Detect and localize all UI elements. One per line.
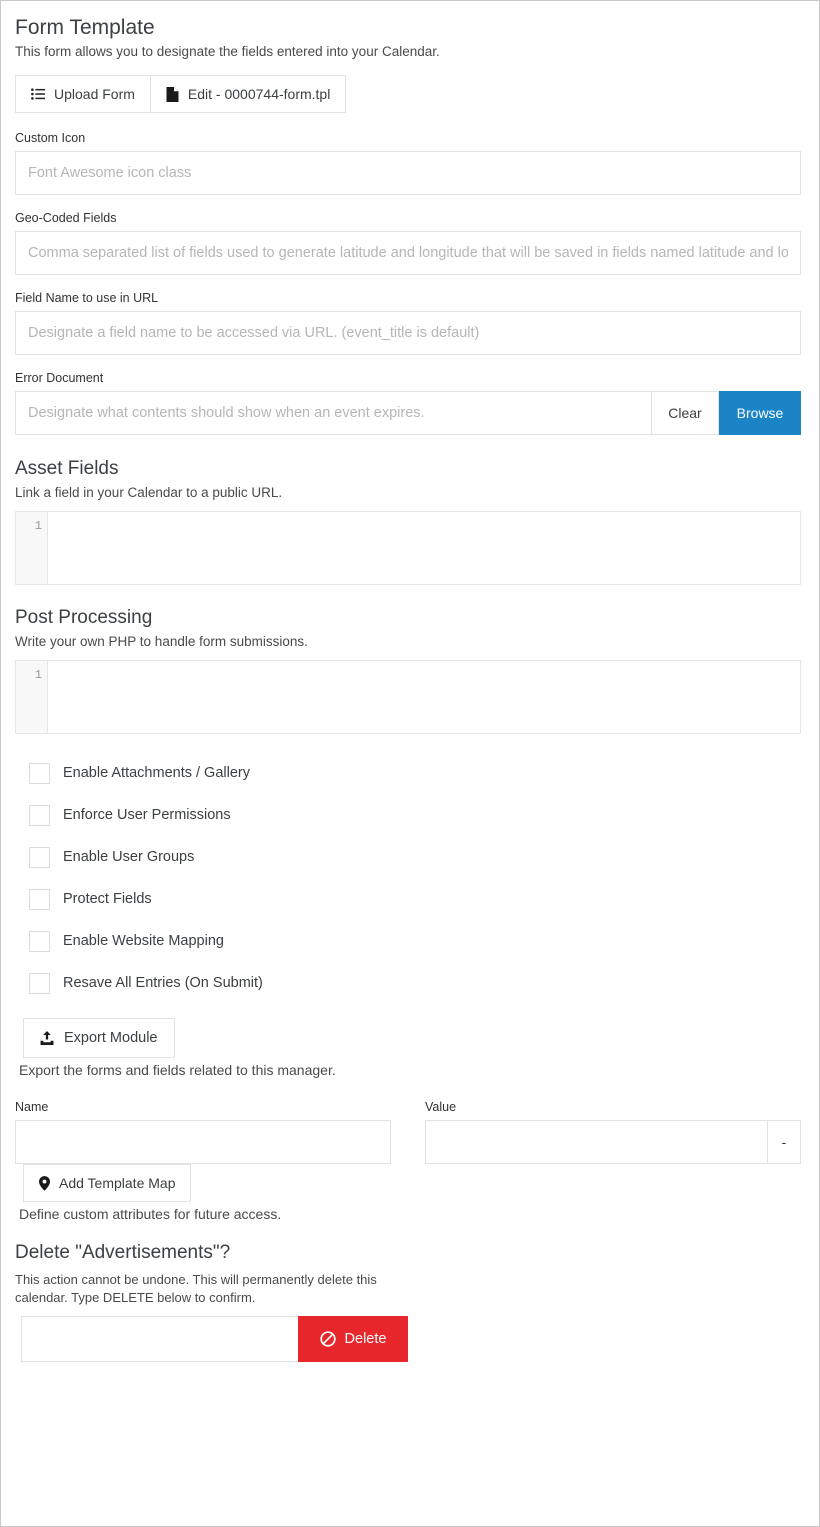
checkbox-label: Enforce User Permissions [63,807,231,823]
upload-icon [40,1031,54,1045]
post-processing-code-area[interactable] [48,661,800,733]
page-title: Form Template [15,16,155,39]
checkbox-label: Protect Fields [63,891,152,907]
checkbox-label: Resave All Entries (On Submit) [63,975,263,991]
asset-fields-section: Asset Fields Link a field in your Calend… [15,457,801,585]
custom-icon-input[interactable] [15,151,801,195]
error-document-input[interactable] [15,391,651,435]
template-map-description: Define custom attributes for future acce… [19,1206,282,1222]
post-processing-section: Post Processing Write your own PHP to ha… [15,606,801,734]
checkbox-resave-all-entries[interactable] [29,972,50,994]
post-processing-gutter: 1 [16,661,48,733]
post-processing-description: Write your own PHP to handle form submis… [15,634,308,649]
template-map-value-row: - [425,1120,801,1164]
asset-fields-editor[interactable]: 1 [15,511,801,585]
add-template-map-button[interactable]: Add Template Map [23,1164,192,1202]
error-document-row: Clear Browse [15,391,801,435]
geo-coded-fields-group: Geo-Coded Fields [15,211,801,275]
remove-template-map-button[interactable]: - [767,1120,801,1164]
checkbox-protect-fields[interactable] [29,888,50,910]
url-field-name-label: Field Name to use in URL [15,291,159,305]
edit-template-button[interactable]: Edit - 0000744-form.tpl [150,75,347,113]
map-pin-icon [39,1175,50,1191]
url-field-name-group: Field Name to use in URL [15,291,801,355]
checkbox-row[interactable]: Enable Website Mapping [15,920,801,962]
asset-fields-title: Asset Fields [15,458,119,479]
checkbox-row[interactable]: Enable User Groups [15,836,801,878]
error-document-group: Error Document Clear Browse [15,371,801,435]
clear-button[interactable]: Clear [651,391,719,435]
checkbox-row[interactable]: Protect Fields [15,878,801,920]
upload-form-label: Upload Form [54,86,135,102]
ban-icon [319,1331,336,1347]
delete-title: Delete "Advertisements"? [15,1242,231,1263]
upload-form-button[interactable]: Upload Form [15,75,151,113]
url-field-name-input[interactable] [15,311,801,355]
add-template-map-label: Add Template Map [59,1175,176,1191]
page-subtitle: This form allows you to designate the fi… [15,44,440,59]
checkbox-row[interactable]: Enable Attachments / Gallery [15,752,801,794]
export-module-label: Export Module [64,1030,158,1046]
template-map-value-label: Value [425,1100,457,1114]
checkbox-label: Enable User Groups [63,849,195,865]
post-processing-title: Post Processing [15,607,153,628]
form-template-page: Form Template This form allows you to de… [0,0,820,1527]
edit-template-label: Edit - 0000744-form.tpl [187,86,331,102]
delete-button[interactable]: Delete [298,1316,408,1362]
checkbox-enable-user-groups[interactable] [29,846,50,868]
template-map-value-input[interactable] [425,1120,767,1164]
template-map-name-input[interactable] [15,1120,391,1164]
template-map-name-col: Name [15,1100,391,1164]
list-icon [31,87,45,101]
options-checkbox-list: Enable Attachments / Gallery Enforce Use… [15,752,801,1004]
custom-icon-group: Custom Icon [15,131,801,195]
checkbox-label: Enable Attachments / Gallery [63,765,250,781]
checkbox-enable-attachments-gallery[interactable] [29,762,50,784]
template-map-row: Name Value - [15,1100,801,1164]
checkbox-row[interactable]: Enforce User Permissions [15,794,801,836]
error-document-label: Error Document [15,371,104,385]
geo-coded-fields-label: Geo-Coded Fields [15,211,117,225]
export-module-section: Export Module Export the forms and field… [15,1018,801,1080]
browse-button[interactable]: Browse [719,391,801,435]
template-action-buttons: Upload Form Edit - 0000744-form.tpl [15,75,801,113]
checkbox-label: Enable Website Mapping [63,933,224,949]
template-map-name-label: Name [15,1100,49,1114]
asset-fields-code-area[interactable] [48,512,800,584]
geo-coded-fields-input[interactable] [15,231,801,275]
template-map-value-col: Value - [425,1100,801,1164]
delete-confirm-input[interactable] [21,1316,298,1362]
template-map-section: Name Value - Add Template Map Define cus… [15,1100,801,1224]
asset-fields-description: Link a field in your Calendar to a publi… [15,485,283,500]
checkbox-row[interactable]: Resave All Entries (On Submit) [15,962,801,1004]
checkbox-enable-website-mapping[interactable] [29,930,50,952]
export-module-button[interactable]: Export Module [23,1018,175,1058]
custom-icon-label: Custom Icon [15,131,86,145]
delete-confirm-row: Delete [21,1316,408,1362]
file-icon [166,86,179,102]
asset-fields-gutter: 1 [16,512,48,584]
post-processing-editor[interactable]: 1 [15,660,801,734]
delete-button-label: Delete [344,1331,387,1347]
export-module-description: Export the forms and fields related to t… [19,1062,336,1078]
delete-section: Delete "Advertisements"? This action can… [15,1241,801,1362]
checkbox-enforce-user-permissions[interactable] [29,804,50,826]
delete-warning: This action cannot be undone. This will … [15,1272,377,1305]
